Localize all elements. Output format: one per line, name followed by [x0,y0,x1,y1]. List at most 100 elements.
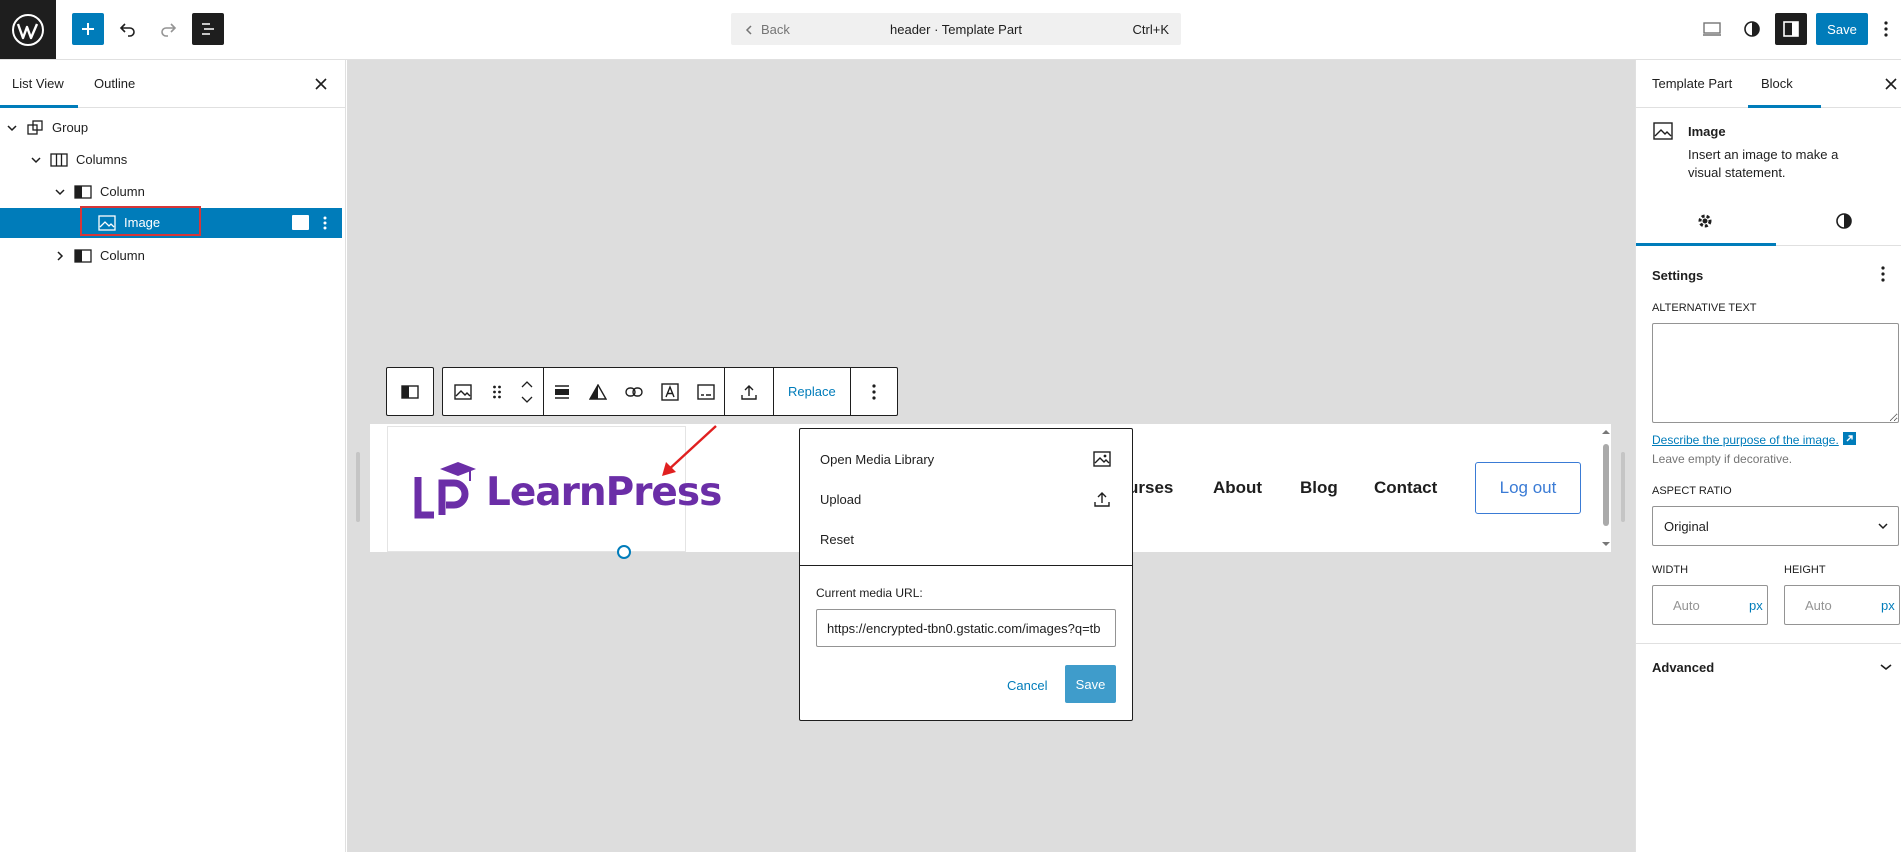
alt-text-help: Leave empty if decorative. [1652,452,1793,466]
chevron-right-icon[interactable] [54,250,66,262]
close-settings-button[interactable] [1881,74,1901,94]
tab-template-part[interactable]: Template Part [1652,76,1732,91]
close-icon [315,78,327,90]
block-options-button[interactable] [318,214,332,232]
chevron-down-icon[interactable] [6,122,18,134]
command-palette-bar[interactable]: Back header · Template Part Ctrl+K [731,13,1181,45]
chevron-down-icon[interactable] [54,186,66,198]
tree-item-group[interactable]: Group [0,113,342,143]
open-media-library-item[interactable]: Open Media Library [820,452,934,467]
select-parent-button[interactable] [387,368,433,415]
popover-divider [800,565,1132,566]
canvas-resize-handle-right[interactable] [1621,452,1625,522]
plus-icon [82,23,94,35]
sidebar-icon [1783,21,1799,37]
alt-text-input[interactable] [1652,323,1899,423]
tree-item-column[interactable]: Column [0,241,342,271]
aspect-ratio-select[interactable]: Original [1652,506,1899,546]
drag-handle[interactable] [483,368,511,415]
preview-scrollbar[interactable] [1601,428,1611,548]
aspect-ratio-label: ASPECT RATIO [1652,485,1732,497]
caption-button[interactable] [688,368,724,415]
nav-item-about[interactable]: About [1213,478,1262,498]
column-icon [74,247,92,265]
save-button[interactable]: Save [1816,13,1868,45]
link-button[interactable] [616,368,652,415]
more-options-button[interactable] [851,368,897,415]
device-preview-button[interactable] [1696,13,1728,45]
tab-outline[interactable]: Outline [94,76,135,91]
tree-item-label: Column [100,184,145,199]
contrast-icon[interactable] [1835,212,1853,230]
block-card: Image Insert an image to make a visual s… [1636,108,1901,198]
active-tab-indicator [0,105,78,108]
cancel-button[interactable]: Cancel [1007,678,1047,693]
options-button[interactable] [1876,13,1896,45]
text-image-icon [661,382,679,401]
tree-item-label: Columns [76,152,128,167]
tree-item-label: Column [100,248,145,263]
add-block-button[interactable] [72,13,104,45]
chevron-down-icon[interactable] [1880,663,1892,671]
image-icon [1653,122,1673,140]
upload-icon [741,384,757,400]
external-link-icon[interactable] [1843,432,1856,445]
align-wide-icon [555,384,569,399]
desktop-icon [1703,22,1721,36]
block-description: Insert an image to make a visual stateme… [1688,147,1839,180]
move-buttons[interactable] [511,368,543,415]
group-icon [26,119,44,137]
width-unit[interactable]: px [1749,598,1763,613]
undo-button[interactable] [112,13,144,45]
canvas-resize-handle-left[interactable] [356,452,360,522]
text-overlay-button[interactable] [652,368,688,415]
chevron-down-icon[interactable] [521,396,533,403]
redo-icon [161,23,177,37]
nav-item-contact[interactable]: Contact [1374,478,1437,498]
save-url-button[interactable]: Save [1065,665,1116,703]
chevron-down-icon[interactable] [30,154,42,166]
learnpress-logo-mark [414,462,476,519]
align-button[interactable] [544,368,580,415]
wordpress-logo-button[interactable] [0,0,56,59]
gear-icon[interactable] [1696,212,1714,230]
redo-button[interactable] [152,13,184,45]
image-resize-handle[interactable] [617,545,631,559]
duotone-button[interactable] [580,368,616,415]
tree-item-column[interactable]: Column [0,177,342,207]
active-subtab-indicator [1636,243,1776,246]
tree-item-columns[interactable]: Columns [0,145,342,175]
height-input[interactable]: Auto px [1784,585,1900,625]
document-overview-button[interactable] [192,13,224,45]
styles-button[interactable] [1736,13,1768,45]
more-vertical-icon[interactable] [1881,266,1885,282]
block-type-button[interactable] [443,368,483,415]
width-label: WIDTH [1652,564,1689,576]
chevron-up-icon[interactable] [521,380,533,388]
nav-item-courses[interactable]: urses [1128,478,1173,498]
advanced-panel-toggle[interactable]: Advanced [1652,660,1714,675]
describe-purpose-link[interactable]: Describe the purpose of the image. [1652,433,1839,447]
upload-icon [1092,489,1112,509]
nav-item-blog[interactable]: Blog [1300,478,1338,498]
media-replace-popover: Open Media Library Upload Reset Current … [799,428,1133,721]
column-icon [74,183,92,201]
tab-block[interactable]: Block [1761,76,1793,91]
tab-list-view[interactable]: List View [12,76,64,91]
upload-button[interactable] [725,368,773,415]
settings-sidebar-button[interactable] [1775,13,1807,45]
replace-button[interactable]: Replace [774,368,850,415]
upload-item[interactable]: Upload [820,492,861,507]
height-unit[interactable]: px [1881,598,1895,613]
aspect-ratio-value: Original [1664,519,1709,534]
width-input[interactable]: Auto px [1652,585,1768,625]
media-url-input[interactable] [816,609,1116,647]
undo-icon [119,23,135,37]
document-title: header · Template Part [890,22,1022,37]
close-list-view-button[interactable] [311,74,331,94]
logout-button[interactable]: Log out [1475,462,1581,514]
height-placeholder: Auto [1805,598,1832,613]
image-icon [454,383,472,400]
reset-item[interactable]: Reset [820,532,854,547]
block-toolbar: Replace [386,367,898,416]
